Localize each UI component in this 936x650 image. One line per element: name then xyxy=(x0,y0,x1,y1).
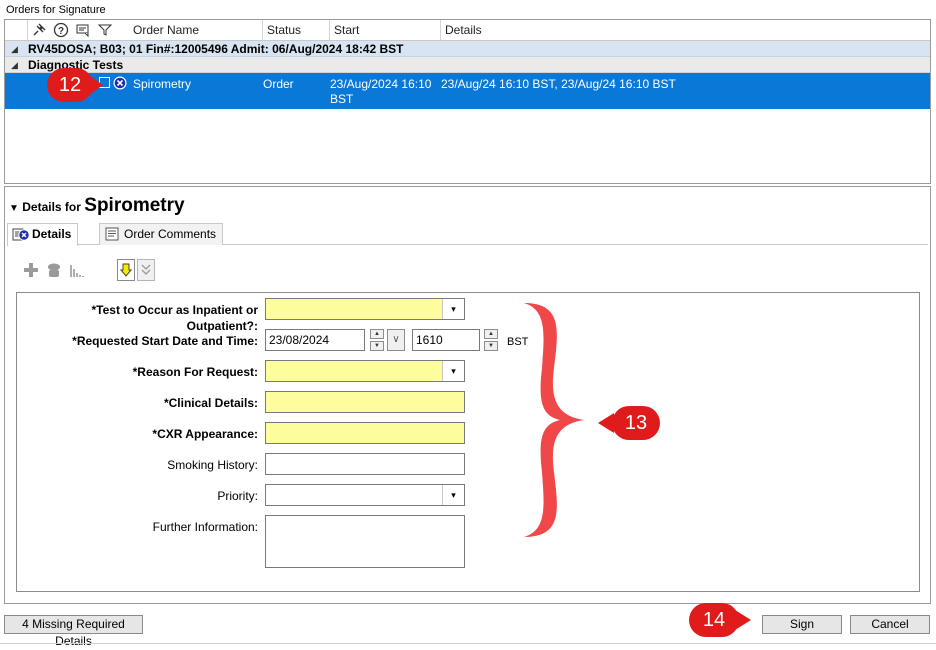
test-occur-label: *Test to Occur as Inpatient or Outpatien… xyxy=(91,303,258,333)
spin-down-icon[interactable]: ▼ xyxy=(484,341,498,351)
column-header-order-name[interactable]: Order Name xyxy=(129,20,263,40)
chevron-down-icon: ∨ xyxy=(392,334,400,345)
reason-dropdown[interactable]: ▾ xyxy=(265,360,465,382)
details-heading[interactable]: ▼ Details for Spirometry xyxy=(9,195,185,217)
yellow-down-arrow-icon xyxy=(120,263,132,277)
collapse-triangle-icon[interactable]: ▼ xyxy=(9,203,19,214)
double-chevron-button[interactable] xyxy=(137,259,155,281)
callout-14-label: 14 xyxy=(702,609,726,631)
chart-bars-icon[interactable] xyxy=(69,262,87,278)
test-occur-dropdown[interactable]: ▾ xyxy=(265,298,465,320)
callout-12-pointer xyxy=(89,75,103,95)
callout-13: 13 xyxy=(612,406,660,440)
cancel-button[interactable]: Cancel xyxy=(850,615,930,634)
chevron-down-icon[interactable]: ▾ xyxy=(442,299,464,319)
pin-icon[interactable] xyxy=(31,22,47,38)
details-order-title: Spirometry xyxy=(84,195,185,216)
reason-label: *Reason For Request: xyxy=(132,365,258,379)
sign-button[interactable]: Sign xyxy=(762,615,842,634)
help-icon[interactable]: ? xyxy=(53,22,69,38)
order-start-timezone: BST xyxy=(330,92,354,106)
collapse-triangle-icon[interactable]: ◢ xyxy=(11,57,18,73)
priority-label: Priority: xyxy=(217,489,258,503)
start-datetime-label: *Requested Start Date and Time: xyxy=(72,334,258,348)
column-header-status[interactable]: Status xyxy=(263,20,330,40)
callout-14-pointer xyxy=(735,610,751,630)
details-tab-icon xyxy=(12,228,30,241)
callout-12-label: 12 xyxy=(58,74,82,96)
grid-header: ? Order Name Status Start Details xyxy=(5,20,930,41)
smoking-history-input[interactable] xyxy=(265,453,465,475)
encounter-label: RV45DOSA; B03; 01 Fin#:12005496 Admit: 0… xyxy=(28,42,404,56)
order-start-cell: 23/Aug/2024 16:10 BST xyxy=(330,77,431,107)
filter-icon[interactable] xyxy=(97,22,113,38)
double-chevron-down-icon xyxy=(141,264,151,275)
cxr-appearance-input[interactable] xyxy=(265,422,465,444)
tab-order-comments-label: Order Comments xyxy=(124,227,217,241)
tab-details-label: Details xyxy=(32,227,72,241)
calendar-dropdown-button[interactable]: ∨ xyxy=(387,329,405,351)
add-icon[interactable] xyxy=(23,262,39,278)
tab-details[interactable]: Details xyxy=(7,223,79,246)
collapse-triangle-icon[interactable]: ◢ xyxy=(11,41,18,57)
svg-text:?: ? xyxy=(58,26,64,37)
order-details-cell: 23/Aug/24 16:10 BST, 23/Aug/24 16:10 BST xyxy=(441,77,676,91)
details-tabs: Details Order Comments xyxy=(7,223,928,246)
tab-order-comments[interactable]: Order Comments xyxy=(99,223,224,245)
details-prefix: Details for xyxy=(22,200,81,214)
further-information-textarea[interactable] xyxy=(265,515,465,568)
chevron-down-icon[interactable]: ▾ xyxy=(442,485,464,505)
order-row-spirometry[interactable]: Spirometry Order 23/Aug/2024 16:10 BST 2… xyxy=(5,73,930,109)
column-header-details[interactable]: Details xyxy=(441,20,930,40)
orders-grid: ? Order Name Status Start Details ◢ RV45… xyxy=(4,19,931,184)
further-information-label: Further Information: xyxy=(152,520,258,534)
start-time-input[interactable]: 1610 xyxy=(412,329,480,351)
comments-tab-icon xyxy=(105,227,119,241)
callout-13-pointer xyxy=(598,413,614,433)
chevron-down-icon[interactable]: ▾ xyxy=(442,361,464,381)
encounter-group-row[interactable]: ◢ RV45DOSA; B03; 01 Fin#:12005496 Admit:… xyxy=(5,41,930,57)
down-arrow-button[interactable] xyxy=(117,259,135,281)
curly-brace-icon xyxy=(524,303,584,537)
priority-dropdown[interactable]: ▾ xyxy=(265,484,465,506)
callout-13-label: 13 xyxy=(624,412,648,434)
spin-up-icon[interactable]: ▲ xyxy=(370,329,384,339)
window-title: Orders for Signature xyxy=(6,4,106,16)
start-date-input[interactable]: 23/08/2024 xyxy=(265,329,365,351)
date-spinner[interactable]: ▲ ▼ xyxy=(370,329,384,351)
category-group-row[interactable]: ◢ Diagnostic Tests xyxy=(5,57,930,73)
details-toolbar xyxy=(23,259,163,281)
details-panel: ▼ Details for Spirometry Details Order C… xyxy=(4,186,931,604)
smoking-history-label: Smoking History: xyxy=(167,458,258,472)
unsigned-order-icon xyxy=(113,76,127,90)
callout-12: 12 xyxy=(47,68,93,102)
time-spinner[interactable]: ▲ ▼ xyxy=(484,329,498,351)
header-blank-cell xyxy=(5,20,28,40)
order-status-cell: Order xyxy=(263,77,294,91)
bottom-divider xyxy=(0,643,936,644)
cxr-appearance-label: *CXR Appearance: xyxy=(152,427,258,441)
clinical-details-label: *Clinical Details: xyxy=(163,396,258,410)
spin-up-icon[interactable]: ▲ xyxy=(484,329,498,339)
order-details-form: *Test to Occur as Inpatient or Outpatien… xyxy=(16,292,920,592)
callout-14: 14 xyxy=(689,603,739,637)
order-start-datetime: 23/Aug/2024 16:10 xyxy=(330,77,432,91)
pill-icon[interactable] xyxy=(45,262,63,278)
comment-icon[interactable] xyxy=(75,22,91,38)
clinical-details-input[interactable] xyxy=(265,391,465,413)
order-name-cell: Spirometry xyxy=(133,77,192,91)
column-header-start[interactable]: Start xyxy=(330,20,441,40)
spin-down-icon[interactable]: ▼ xyxy=(370,341,384,351)
missing-required-details-button[interactable]: 4 Missing Required Details xyxy=(4,615,143,648)
